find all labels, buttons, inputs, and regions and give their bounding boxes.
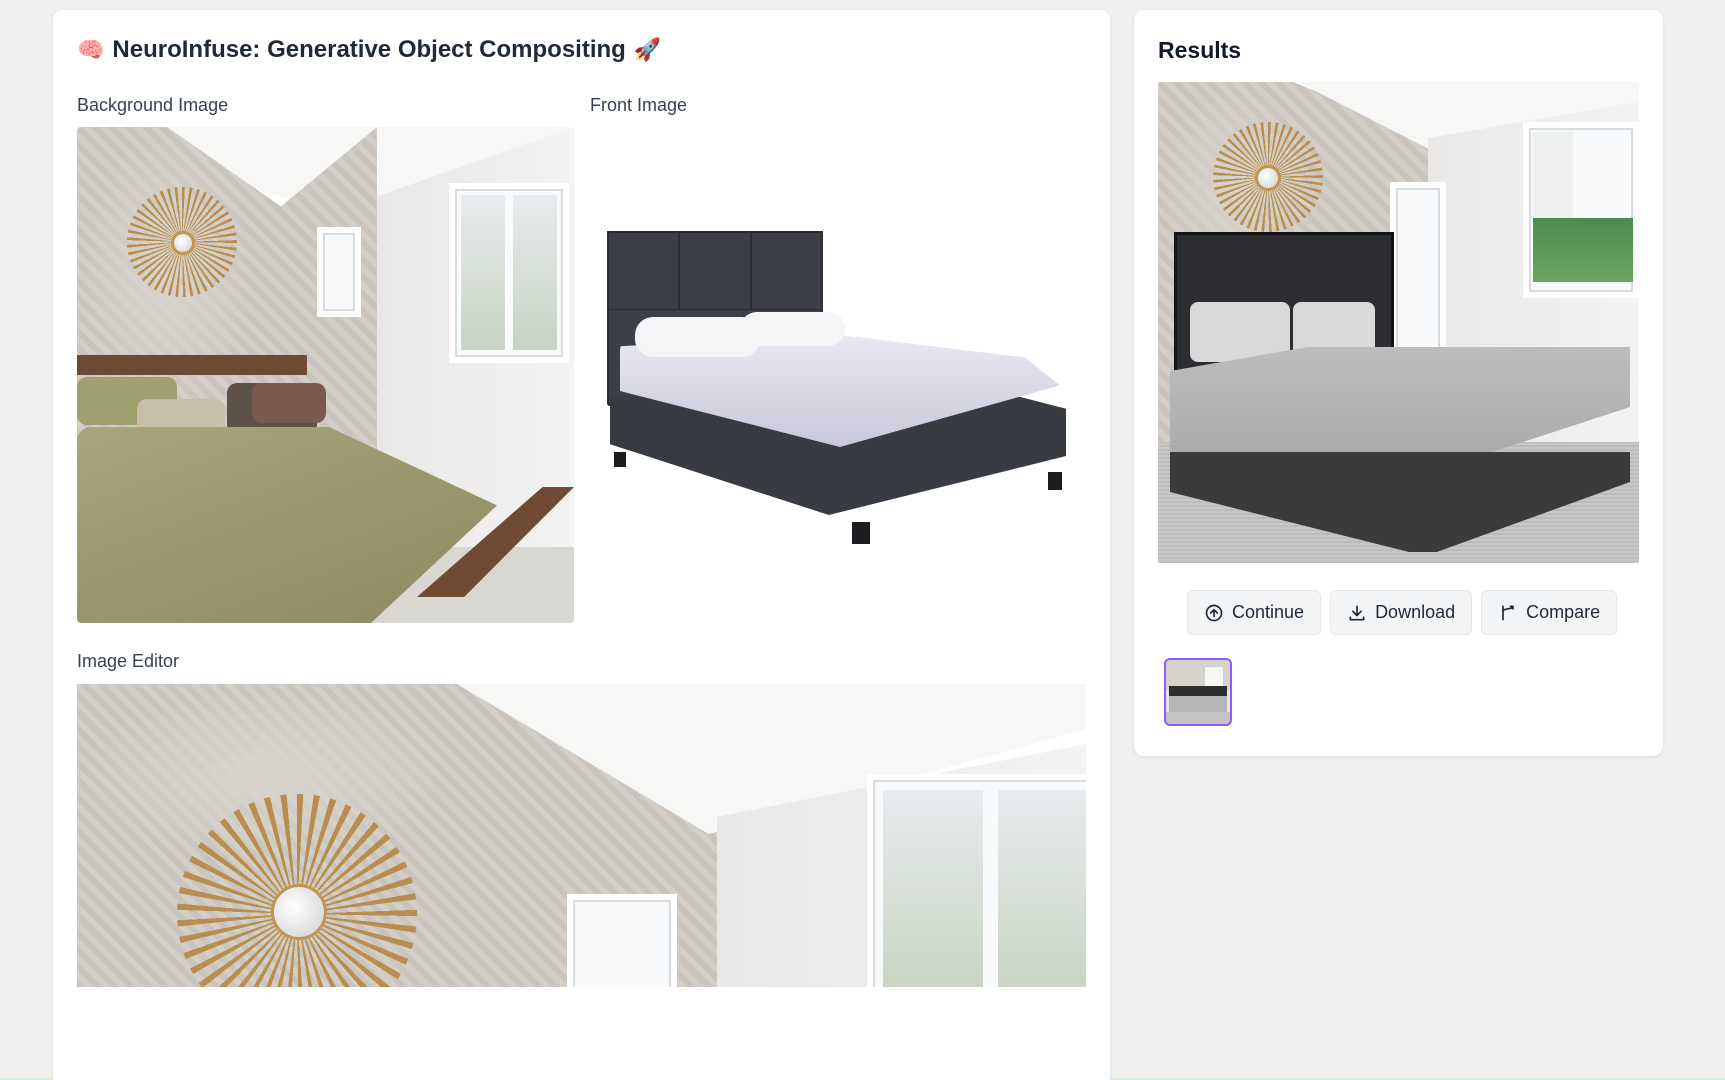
brain-emoji-icon: 🧠 xyxy=(77,37,105,63)
app-title: 🧠 NeuroInfuse: Generative Object Composi… xyxy=(77,36,661,64)
continue-label: Continue xyxy=(1232,602,1305,622)
result-image[interactable] xyxy=(1158,82,1639,563)
rocket-emoji-icon: 🚀 xyxy=(633,37,662,63)
results-panel: Results Continue Download Compare xyxy=(1134,10,1663,756)
compare-button[interactable]: Compare xyxy=(1481,590,1618,635)
continue-button[interactable]: Continue xyxy=(1187,590,1322,635)
results-title: Results xyxy=(1158,37,1242,63)
result-thumbnail[interactable] xyxy=(1164,658,1232,726)
result-actions: Continue Download Compare xyxy=(1187,590,1618,635)
download-label: Download xyxy=(1375,602,1456,622)
compare-icon xyxy=(1502,605,1514,620)
input-panel: 🧠 NeuroInfuse: Generative Object Composi… xyxy=(53,10,1110,1080)
background-image-label: Background Image xyxy=(77,95,229,115)
download-icon xyxy=(1349,605,1365,620)
upload-circle-icon xyxy=(1205,604,1223,621)
image-editor-label: Image Editor xyxy=(77,651,180,671)
app-title-text: NeuroInfuse: Generative Object Compositi… xyxy=(112,36,626,63)
download-button[interactable]: Download xyxy=(1330,590,1473,635)
background-image[interactable] xyxy=(77,127,574,623)
image-editor-canvas[interactable] xyxy=(77,684,1086,987)
front-image[interactable] xyxy=(590,127,1087,623)
front-image-label: Front Image xyxy=(590,95,688,115)
compare-label: Compare xyxy=(1526,602,1601,622)
